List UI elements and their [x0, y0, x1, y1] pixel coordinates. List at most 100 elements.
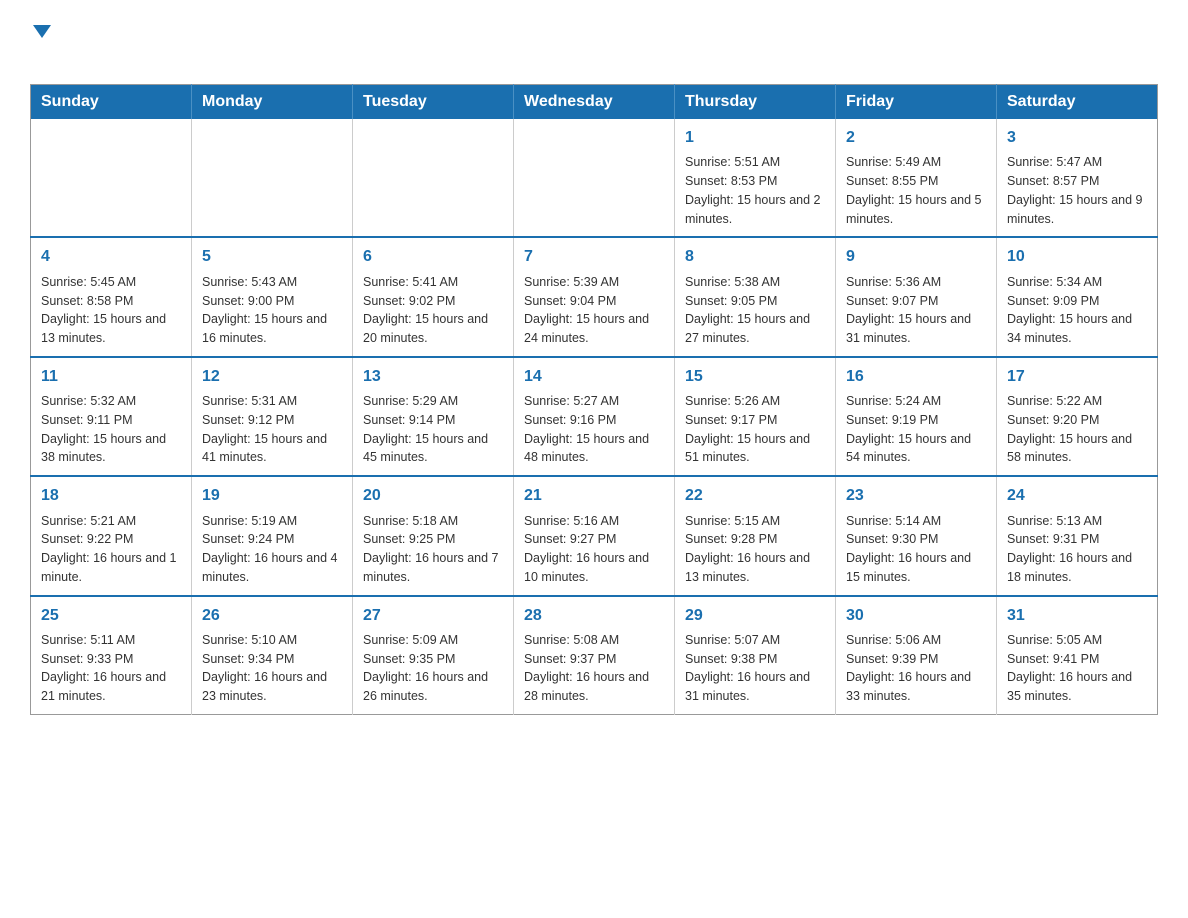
day-number: 29: [685, 605, 825, 627]
logo-arrow-icon: [33, 25, 51, 38]
column-header-monday: Monday: [192, 85, 353, 120]
day-number: 6: [363, 246, 503, 268]
calendar-day-cell: 11Sunrise: 5:32 AM Sunset: 9:11 PM Dayli…: [31, 357, 192, 476]
day-number: 24: [1007, 485, 1147, 507]
calendar-day-cell: 15 Sunrise: 5:26 AM Sunset: 9:17 PM Dayli…: [675, 357, 836, 476]
logo: [30, 20, 51, 64]
day-number: 22: [685, 485, 825, 507]
calendar-day-cell: 21Sunrise: 5:16 AM Sunset: 9:27 PM Dayli…: [514, 476, 675, 595]
column-header-sunday: Sunday: [31, 85, 192, 120]
day-number: 10: [1007, 246, 1147, 268]
day-info: Sunrise: 5:09 AM Sunset: 9:35 PM Dayligh…: [363, 631, 503, 706]
calendar-day-cell: 23Sunrise: 5:14 AM Sunset: 9:30 PM Dayli…: [836, 476, 997, 595]
calendar-day-cell: 8 Sunrise: 5:38 AM Sunset: 9:05 PM Daylig…: [675, 237, 836, 356]
day-info: Sunrise: 5:14 AM Sunset: 9:30 PM Dayligh…: [846, 512, 986, 587]
calendar-day-cell: 30 Sunrise: 5:06 AM Sunset: 9:39 PM Dayli…: [836, 596, 997, 715]
day-info: Sunrise: 5:41 AM Sunset: 9:02 PM Dayligh…: [363, 273, 503, 348]
calendar-day-cell: [192, 119, 353, 237]
day-number: 27: [363, 605, 503, 627]
day-number: 30: [846, 605, 986, 627]
column-header-saturday: Saturday: [997, 85, 1158, 120]
calendar-day-cell: 26Sunrise: 5:10 AM Sunset: 9:34 PM Dayli…: [192, 596, 353, 715]
calendar-day-cell: 17Sunrise: 5:22 AM Sunset: 9:20 PM Dayli…: [997, 357, 1158, 476]
day-info: Sunrise: 5:11 AM Sunset: 9:33 PM Dayligh…: [41, 631, 181, 706]
calendar-day-cell: 28 Sunrise: 5:08 AM Sunset: 9:37 PM Dayli…: [514, 596, 675, 715]
column-header-thursday: Thursday: [675, 85, 836, 120]
day-info: Sunrise: 5:27 AM Sunset: 9:16 PM Dayligh…: [524, 392, 664, 467]
calendar-day-cell: 18 Sunrise: 5:21 AM Sunset: 9:22 PM Dayli…: [31, 476, 192, 595]
day-number: 18: [41, 485, 181, 507]
day-info: Sunrise: 5:29 AM Sunset: 9:14 PM Dayligh…: [363, 392, 503, 467]
calendar-day-cell: [353, 119, 514, 237]
day-info: Sunrise: 5:38 AM Sunset: 9:05 PM Dayligh…: [685, 273, 825, 348]
day-info: Sunrise: 5:49 AM Sunset: 8:55 PM Dayligh…: [846, 153, 986, 228]
day-info: Sunrise: 5:05 AM Sunset: 9:41 PM Dayligh…: [1007, 631, 1147, 706]
day-info: Sunrise: 5:21 AM Sunset: 9:22 PM Dayligh…: [41, 512, 181, 587]
day-number: 28: [524, 605, 664, 627]
calendar-day-cell: [514, 119, 675, 237]
day-info: Sunrise: 5:06 AM Sunset: 9:39 PM Dayligh…: [846, 631, 986, 706]
day-info: Sunrise: 5:10 AM Sunset: 9:34 PM Dayligh…: [202, 631, 342, 706]
day-number: 14: [524, 366, 664, 388]
day-info: Sunrise: 5:43 AM Sunset: 9:00 PM Dayligh…: [202, 273, 342, 348]
calendar-day-cell: 7 Sunrise: 5:39 AM Sunset: 9:04 PM Daylig…: [514, 237, 675, 356]
column-header-wednesday: Wednesday: [514, 85, 675, 120]
day-number: 12: [202, 366, 342, 388]
day-info: Sunrise: 5:47 AM Sunset: 8:57 PM Dayligh…: [1007, 153, 1147, 228]
day-number: 16: [846, 366, 986, 388]
calendar-week-row: 25 Sunrise: 5:11 AM Sunset: 9:33 PM Dayli…: [31, 596, 1158, 715]
day-info: Sunrise: 5:26 AM Sunset: 9:17 PM Dayligh…: [685, 392, 825, 467]
day-info: Sunrise: 5:24 AM Sunset: 9:19 PM Dayligh…: [846, 392, 986, 467]
day-number: 8: [685, 246, 825, 268]
page-header: [30, 20, 1158, 64]
day-info: Sunrise: 5:39 AM Sunset: 9:04 PM Dayligh…: [524, 273, 664, 348]
day-info: Sunrise: 5:45 AM Sunset: 8:58 PM Dayligh…: [41, 273, 181, 348]
calendar-day-cell: 6 Sunrise: 5:41 AM Sunset: 9:02 PM Daylig…: [353, 237, 514, 356]
day-number: 3: [1007, 127, 1147, 149]
day-number: 9: [846, 246, 986, 268]
calendar-week-row: 4 Sunrise: 5:45 AM Sunset: 8:58 PM Daylig…: [31, 237, 1158, 356]
day-info: Sunrise: 5:08 AM Sunset: 9:37 PM Dayligh…: [524, 631, 664, 706]
calendar-day-cell: 5 Sunrise: 5:43 AM Sunset: 9:00 PM Daylig…: [192, 237, 353, 356]
day-number: 25: [41, 605, 181, 627]
day-number: 5: [202, 246, 342, 268]
day-info: Sunrise: 5:13 AM Sunset: 9:31 PM Dayligh…: [1007, 512, 1147, 587]
day-info: Sunrise: 5:07 AM Sunset: 9:38 PM Dayligh…: [685, 631, 825, 706]
day-number: 21: [524, 485, 664, 507]
calendar-day-cell: 22 Sunrise: 5:15 AM Sunset: 9:28 PM Dayli…: [675, 476, 836, 595]
day-info: Sunrise: 5:15 AM Sunset: 9:28 PM Dayligh…: [685, 512, 825, 587]
calendar-day-cell: 13 Sunrise: 5:29 AM Sunset: 9:14 PM Dayli…: [353, 357, 514, 476]
calendar-day-cell: 29 Sunrise: 5:07 AM Sunset: 9:38 PM Dayli…: [675, 596, 836, 715]
column-header-tuesday: Tuesday: [353, 85, 514, 120]
calendar-day-cell: 9Sunrise: 5:36 AM Sunset: 9:07 PM Daylig…: [836, 237, 997, 356]
calendar-day-cell: 2 Sunrise: 5:49 AM Sunset: 8:55 PM Daylig…: [836, 119, 997, 237]
day-number: 1: [685, 127, 825, 149]
day-info: Sunrise: 5:31 AM Sunset: 9:12 PM Dayligh…: [202, 392, 342, 467]
calendar-day-cell: 27 Sunrise: 5:09 AM Sunset: 9:35 PM Dayli…: [353, 596, 514, 715]
day-number: 17: [1007, 366, 1147, 388]
calendar-day-cell: 16 Sunrise: 5:24 AM Sunset: 9:19 PM Dayli…: [836, 357, 997, 476]
calendar-week-row: 18 Sunrise: 5:21 AM Sunset: 9:22 PM Dayli…: [31, 476, 1158, 595]
calendar-day-cell: 12 Sunrise: 5:31 AM Sunset: 9:12 PM Dayli…: [192, 357, 353, 476]
day-number: 13: [363, 366, 503, 388]
calendar-week-row: 11Sunrise: 5:32 AM Sunset: 9:11 PM Dayli…: [31, 357, 1158, 476]
calendar-day-cell: 10Sunrise: 5:34 AM Sunset: 9:09 PM Dayli…: [997, 237, 1158, 356]
calendar-day-cell: 14 Sunrise: 5:27 AM Sunset: 9:16 PM Dayli…: [514, 357, 675, 476]
day-number: 19: [202, 485, 342, 507]
calendar-day-cell: 20 Sunrise: 5:18 AM Sunset: 9:25 PM Dayli…: [353, 476, 514, 595]
day-number: 15: [685, 366, 825, 388]
calendar-day-cell: 1Sunrise: 5:51 AM Sunset: 8:53 PM Daylig…: [675, 119, 836, 237]
calendar-day-cell: 3 Sunrise: 5:47 AM Sunset: 8:57 PM Daylig…: [997, 119, 1158, 237]
column-header-friday: Friday: [836, 85, 997, 120]
day-number: 20: [363, 485, 503, 507]
calendar-header-row: SundayMondayTuesdayWednesdayThursdayFrid…: [31, 85, 1158, 120]
calendar-day-cell: 19 Sunrise: 5:19 AM Sunset: 9:24 PM Dayli…: [192, 476, 353, 595]
day-number: 31: [1007, 605, 1147, 627]
day-number: 7: [524, 246, 664, 268]
day-info: Sunrise: 5:19 AM Sunset: 9:24 PM Dayligh…: [202, 512, 342, 587]
calendar-day-cell: [31, 119, 192, 237]
calendar-week-row: 1Sunrise: 5:51 AM Sunset: 8:53 PM Daylig…: [31, 119, 1158, 237]
day-number: 4: [41, 246, 181, 268]
day-info: Sunrise: 5:18 AM Sunset: 9:25 PM Dayligh…: [363, 512, 503, 587]
day-number: 2: [846, 127, 986, 149]
